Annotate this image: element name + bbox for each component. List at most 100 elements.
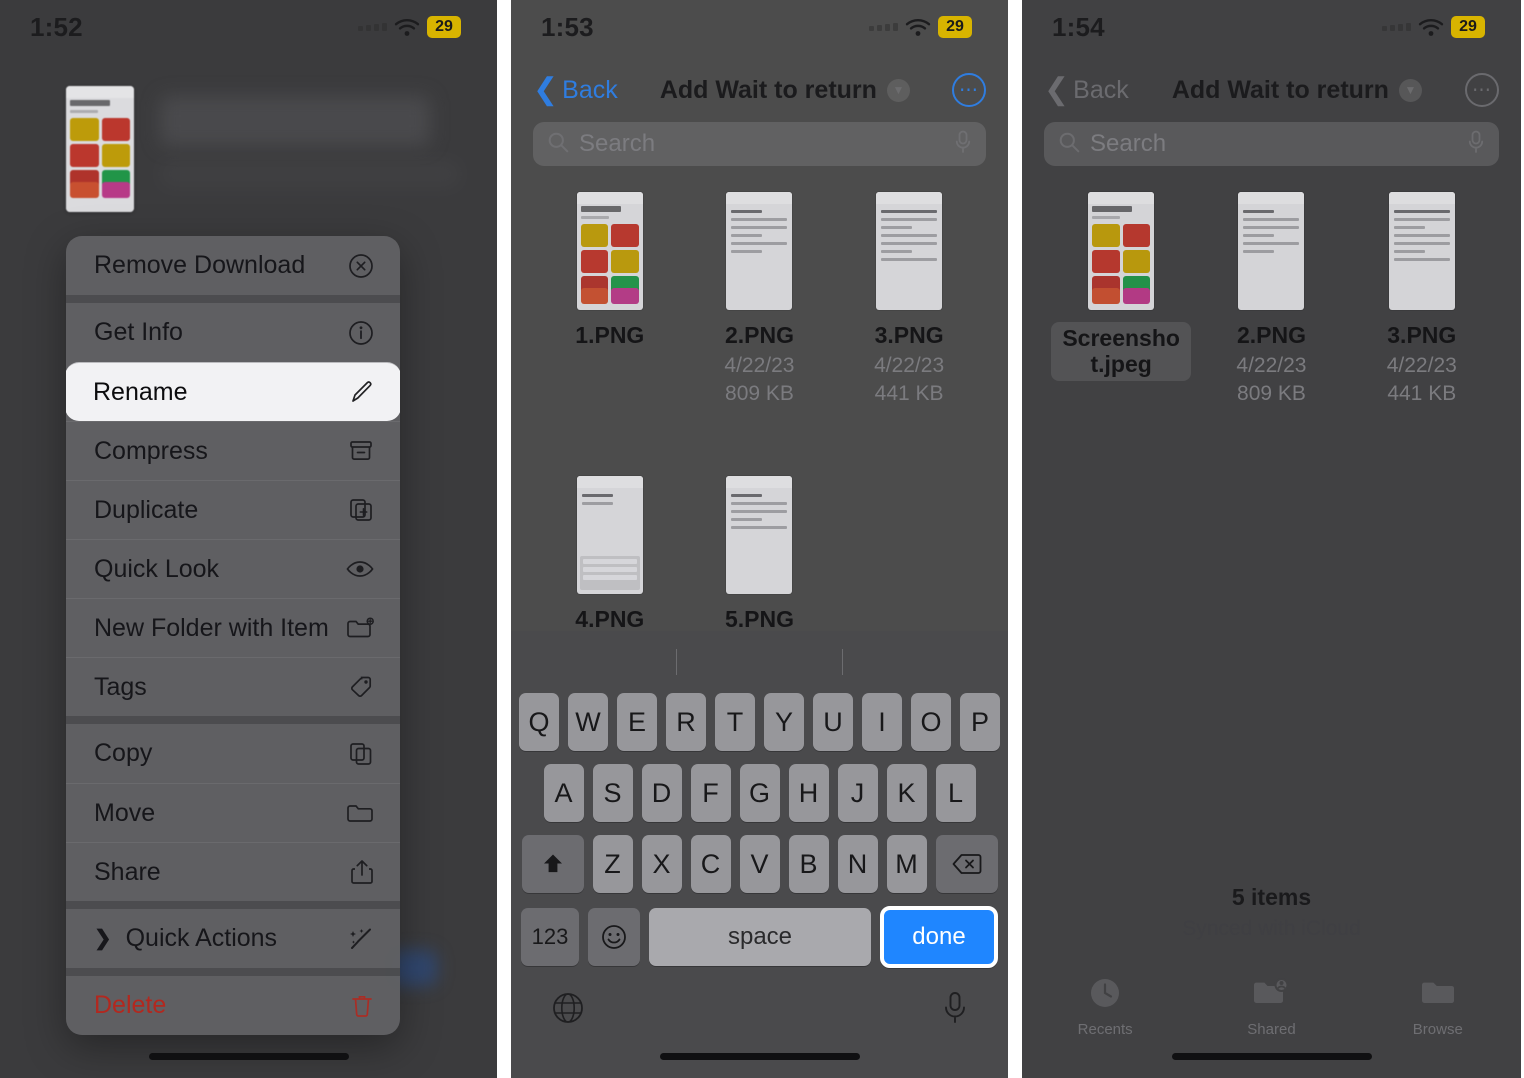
context-menu-item-label: Rename bbox=[93, 377, 188, 406]
file-item[interactable]: 3.PNG 4/22/23 441 KB bbox=[1347, 186, 1497, 407]
key-v[interactable]: V bbox=[739, 835, 780, 893]
key-i[interactable]: I bbox=[862, 693, 902, 751]
context-menu-item-quick-actions[interactable]: ❯ Quick Actions bbox=[66, 909, 400, 968]
key-b[interactable]: B bbox=[788, 835, 829, 893]
predictive-bar bbox=[511, 631, 1008, 693]
context-menu-group: Remove Download bbox=[66, 236, 400, 295]
key-q[interactable]: Q bbox=[519, 693, 559, 751]
context-menu-item-move[interactable]: Move bbox=[66, 783, 400, 842]
nav-title-group[interactable]: Add Wait to return ▼ bbox=[1129, 76, 1465, 105]
key-l[interactable]: L bbox=[935, 764, 976, 822]
file-date: 4/22/23 bbox=[1386, 354, 1457, 378]
context-menu-item-quick-look[interactable]: Quick Look bbox=[66, 539, 400, 598]
microphone-icon[interactable] bbox=[954, 130, 972, 159]
ellipsis-circle-icon[interactable]: ⋯ bbox=[952, 73, 986, 107]
key-z[interactable]: Z bbox=[592, 835, 633, 893]
search-icon bbox=[547, 131, 569, 158]
key-r[interactable]: R bbox=[666, 693, 706, 751]
share-up-icon bbox=[344, 859, 374, 885]
key-x[interactable]: X bbox=[641, 835, 682, 893]
folder-person-icon bbox=[1251, 976, 1291, 1015]
chevron-left-icon: ❮ bbox=[533, 73, 559, 106]
microphone-icon[interactable] bbox=[942, 991, 968, 1030]
file-item[interactable]: 2.PNG 4/22/23 809 KB bbox=[685, 186, 835, 407]
done-key[interactable]: done bbox=[880, 906, 998, 968]
panel-extension-alert: 1:54 29 ❮ Back Add Wait to return ▼ ⋯ Se… bbox=[1022, 0, 1521, 1078]
shift-up-icon[interactable] bbox=[521, 835, 584, 893]
ellipsis-circle-icon[interactable]: ⋯ bbox=[1465, 73, 1499, 107]
file-item[interactable]: 1.PNG bbox=[535, 186, 685, 407]
file-item[interactable]: 2.PNG 4/22/23 809 KB bbox=[1196, 186, 1346, 407]
context-menu[interactable]: Remove Download Get Info Rename Compress… bbox=[66, 236, 400, 1035]
back-button[interactable]: ❮ Back bbox=[1044, 75, 1129, 105]
context-menu-item-label: Quick Look bbox=[94, 554, 220, 583]
tab-recents[interactable]: Recents bbox=[1022, 976, 1188, 1038]
microphone-icon[interactable] bbox=[1467, 130, 1485, 159]
globe-icon[interactable] bbox=[551, 991, 585, 1030]
key-p[interactable]: P bbox=[960, 693, 1000, 751]
file-thumbnail bbox=[1238, 192, 1305, 310]
key-m[interactable]: M bbox=[886, 835, 927, 893]
file-thumbnail bbox=[726, 192, 793, 310]
key-w[interactable]: W bbox=[568, 693, 608, 751]
key-s[interactable]: S bbox=[592, 764, 633, 822]
backspace-icon[interactable] bbox=[935, 835, 998, 893]
home-indicator bbox=[148, 1053, 349, 1060]
key-y[interactable]: Y bbox=[764, 693, 804, 751]
key-c[interactable]: C bbox=[690, 835, 731, 893]
numbers-key[interactable]: 123 bbox=[521, 908, 579, 966]
context-menu-group: Copy Move Share bbox=[66, 716, 400, 901]
key-k[interactable]: K bbox=[886, 764, 927, 822]
key-g[interactable]: G bbox=[739, 764, 780, 822]
tab-label: Shared bbox=[1247, 1021, 1296, 1038]
on-screen-keyboard[interactable]: Q W E R T Y U I O P A S D F G H J K L Z … bbox=[511, 631, 1008, 1078]
key-u[interactable]: U bbox=[813, 693, 853, 751]
key-j[interactable]: J bbox=[837, 764, 878, 822]
context-menu-item-duplicate[interactable]: Duplicate bbox=[66, 480, 400, 539]
context-menu-item-get-info[interactable]: Get Info bbox=[66, 303, 400, 362]
search-input[interactable]: Search bbox=[1044, 122, 1499, 166]
search-input[interactable]: Search bbox=[533, 122, 986, 166]
tab-label: Browse bbox=[1412, 1021, 1463, 1038]
status-bar: 1:54 29 bbox=[1022, 0, 1521, 54]
context-menu-item-copy[interactable]: Copy bbox=[66, 724, 400, 783]
context-menu-item-label: Remove Download bbox=[94, 251, 306, 279]
battery-indicator: 29 bbox=[427, 15, 461, 39]
key-t[interactable]: T bbox=[715, 693, 755, 751]
key-h[interactable]: H bbox=[788, 764, 829, 822]
battery-indicator: 29 bbox=[1451, 15, 1485, 39]
context-menu-item-compress[interactable]: Compress bbox=[66, 421, 400, 480]
context-menu-item-share[interactable]: Share bbox=[66, 842, 400, 901]
file-item[interactable]: 3.PNG 4/22/23 441 KB bbox=[834, 186, 984, 407]
context-menu-item-delete[interactable]: Delete bbox=[66, 976, 400, 1035]
back-button[interactable]: ❮ Back bbox=[533, 75, 618, 105]
key-d[interactable]: D bbox=[641, 764, 682, 822]
key-o[interactable]: O bbox=[911, 693, 951, 751]
tab-bar: Recents Shared Browse bbox=[1022, 976, 1521, 1038]
key-e[interactable]: E bbox=[617, 693, 657, 751]
key-n[interactable]: N bbox=[837, 835, 878, 893]
keyboard-row-4: 123 space done bbox=[511, 906, 1008, 968]
tab-shared[interactable]: Shared bbox=[1188, 976, 1354, 1038]
panel-divider bbox=[1008, 0, 1022, 1078]
context-menu-group: Get Info Rename Compress Duplicate Quick… bbox=[66, 295, 400, 716]
battery-indicator: 29 bbox=[938, 15, 972, 39]
context-menu-item-new-folder-with-item[interactable]: New Folder with Item bbox=[66, 598, 400, 657]
file-item[interactable]: Screenshot.jpeg bbox=[1046, 186, 1196, 407]
tab-browse[interactable]: Browse bbox=[1355, 976, 1521, 1038]
nav-title-group[interactable]: Add Wait to return ▼ bbox=[618, 76, 952, 105]
key-a[interactable]: A bbox=[543, 764, 584, 822]
context-menu-item-rename[interactable]: Rename bbox=[66, 362, 400, 421]
chevron-down-icon[interactable]: ▼ bbox=[886, 78, 910, 102]
file-grid-row-1: 1.PNG 2.PNG 4/22/23 809 KB 3.PNG 4/22/23… bbox=[511, 186, 1008, 407]
chevron-down-icon[interactable]: ▼ bbox=[1398, 78, 1422, 102]
context-menu-item-label: Get Info bbox=[94, 318, 183, 346]
context-menu-item-remove-download[interactable]: Remove Download bbox=[66, 236, 400, 295]
context-menu-group: ❯ Quick Actions bbox=[66, 901, 400, 968]
context-menu-item-tags[interactable]: Tags bbox=[66, 657, 400, 716]
search-placeholder: Search bbox=[1090, 130, 1167, 157]
space-key[interactable]: space bbox=[649, 908, 871, 966]
emoji-smiley-icon[interactable] bbox=[588, 908, 640, 966]
home-indicator bbox=[659, 1053, 860, 1060]
key-f[interactable]: F bbox=[690, 764, 731, 822]
